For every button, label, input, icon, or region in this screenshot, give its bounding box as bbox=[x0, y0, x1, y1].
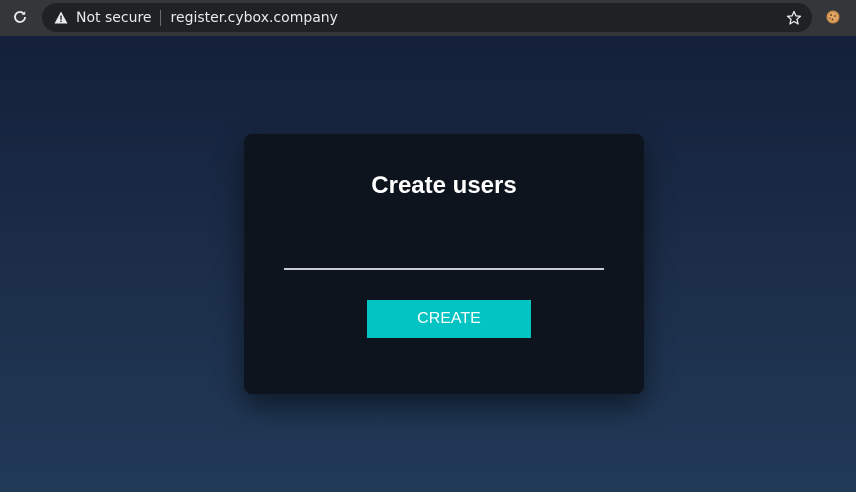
extension-button[interactable] bbox=[824, 8, 842, 26]
omnibox-divider bbox=[159, 9, 161, 26]
cookie-extension-icon bbox=[826, 10, 840, 24]
star-icon bbox=[786, 10, 802, 25]
reload-button[interactable] bbox=[9, 6, 31, 28]
create-button[interactable]: CREATE bbox=[367, 300, 531, 338]
warning-icon[interactable] bbox=[54, 11, 68, 25]
address-bar[interactable]: Not secure register.cybox.company bbox=[42, 3, 812, 32]
create-users-card: Create users CREATE bbox=[244, 134, 644, 394]
browser-toolbar: Not secure register.cybox.company bbox=[0, 0, 856, 36]
username-input[interactable] bbox=[284, 242, 604, 270]
reload-icon bbox=[14, 11, 26, 23]
security-status-label[interactable]: Not secure bbox=[76, 10, 152, 26]
bookmark-button[interactable] bbox=[784, 8, 804, 28]
page-background: Create users CREATE bbox=[0, 36, 856, 492]
card-title: Create users bbox=[371, 172, 517, 199]
url-text[interactable]: register.cybox.company bbox=[171, 10, 338, 26]
